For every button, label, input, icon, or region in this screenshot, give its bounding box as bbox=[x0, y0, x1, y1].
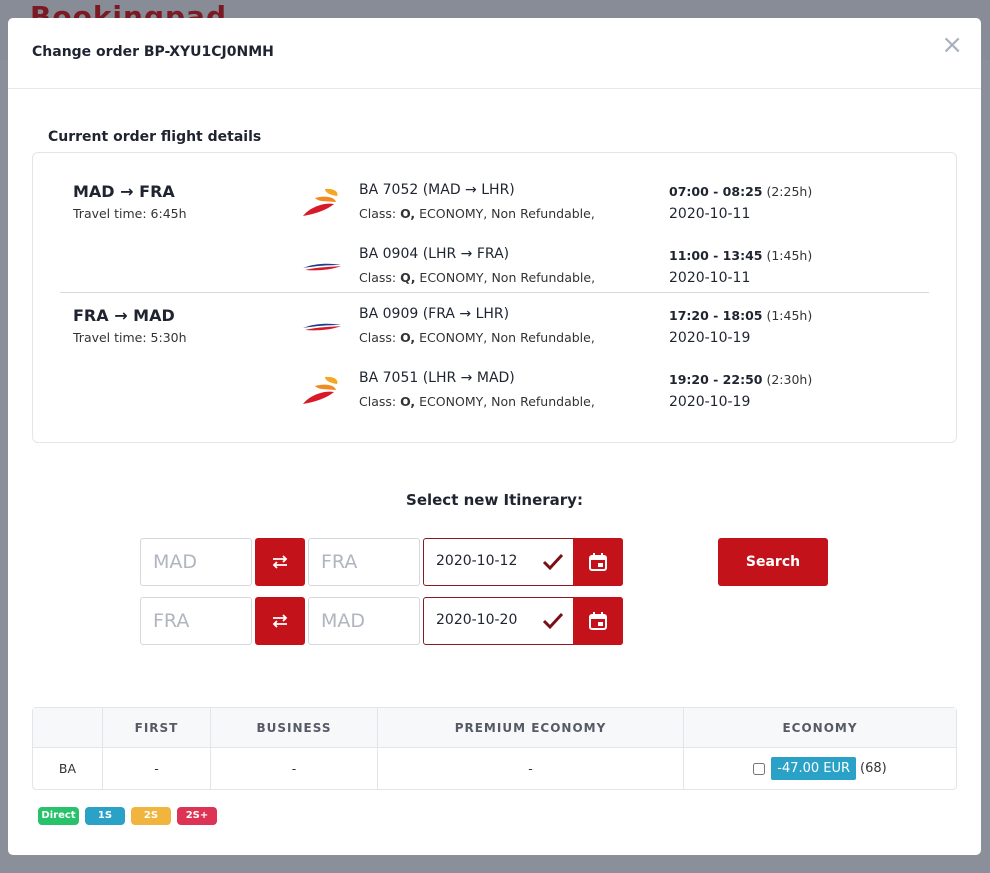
calendar-button[interactable] bbox=[573, 538, 623, 586]
fare-price-table: FIRST BUSINESS PREMIUM ECONOMY ECONOMY B… bbox=[32, 707, 957, 790]
origin-input[interactable]: FRA bbox=[140, 597, 252, 645]
flight-date: 2020-10-11 bbox=[669, 270, 751, 286]
flight-segment: BA 7051 (LHR → MAD) Class: O, ECONOMY, N… bbox=[301, 370, 921, 418]
economy-cell: -47.00 EUR (68) bbox=[684, 748, 956, 789]
first-cell: - bbox=[103, 748, 211, 789]
flight-times: 11:00 - 13:45 (1:45h) bbox=[669, 248, 813, 263]
flight-segment: BA 0904 (LHR → FRA) Class: Q, ECONOMY, N… bbox=[301, 246, 921, 294]
destination-input[interactable]: FRA bbox=[308, 538, 420, 586]
flight-class: Class: Q, ECONOMY, Non Refundable, bbox=[359, 270, 596, 285]
business-cell: - bbox=[211, 748, 378, 789]
british-airways-logo-icon bbox=[303, 323, 341, 331]
select-itinerary-title: Select new Itinerary: bbox=[406, 491, 583, 509]
check-icon bbox=[542, 612, 564, 630]
calendar-icon bbox=[589, 612, 607, 630]
table-row: BA - - - -47.00 EUR (68) bbox=[33, 748, 956, 789]
flight-number: BA 7051 (LHR → MAD) bbox=[359, 370, 515, 386]
economy-seat-count: (68) bbox=[860, 761, 887, 776]
column-header: PREMIUM ECONOMY bbox=[378, 708, 684, 748]
stops-legend: Direct 1S 2S 2S+ bbox=[38, 807, 217, 825]
swap-arrows-icon bbox=[272, 555, 288, 569]
swap-button[interactable] bbox=[255, 597, 305, 645]
current-order-title: Current order flight details bbox=[48, 129, 262, 145]
flight-number: BA 0904 (LHR → FRA) bbox=[359, 246, 510, 262]
change-order-modal: Change order BP-XYU1CJ0NMH × Current ord… bbox=[8, 18, 981, 855]
flight-number: BA 0909 (FRA → LHR) bbox=[359, 306, 510, 322]
modal-header: Change order BP-XYU1CJ0NMH × bbox=[8, 18, 981, 89]
airline-cell: BA bbox=[33, 748, 103, 789]
column-header: FIRST bbox=[103, 708, 211, 748]
swap-arrows-icon bbox=[272, 614, 288, 628]
brand-logo: Bookingpad bbox=[30, 2, 227, 18]
iberia-logo-icon bbox=[303, 188, 338, 216]
current-flights-panel: MAD → FRA Travel time: 6:45h BA 7052 (MA… bbox=[32, 152, 957, 443]
flight-times: 19:20 - 22:50 (2:30h) bbox=[669, 372, 813, 387]
date-value: 2020-10-20 bbox=[436, 612, 518, 628]
origin-input[interactable]: MAD bbox=[140, 538, 252, 586]
route-travel-time: Travel time: 6:45h bbox=[73, 206, 187, 221]
return-date-field[interactable]: 2020-10-20 bbox=[423, 597, 623, 645]
flight-segment: BA 0909 (FRA → LHR) Class: O, ECONOMY, N… bbox=[301, 306, 921, 354]
flight-date: 2020-10-19 bbox=[669, 394, 751, 410]
premium-cell: - bbox=[378, 748, 684, 789]
calendar-icon bbox=[589, 553, 607, 571]
flight-times: 17:20 - 18:05 (1:45h) bbox=[669, 308, 813, 323]
legend-direct-badge: Direct bbox=[38, 807, 79, 825]
close-icon[interactable]: × bbox=[941, 32, 963, 58]
column-header: ECONOMY bbox=[684, 708, 956, 748]
check-icon bbox=[542, 553, 564, 571]
calendar-button[interactable] bbox=[573, 597, 623, 645]
flight-date: 2020-10-11 bbox=[669, 206, 751, 222]
table-header-row: FIRST BUSINESS PREMIUM ECONOMY ECONOMY bbox=[33, 708, 956, 748]
economy-fare-checkbox[interactable] bbox=[753, 762, 766, 775]
economy-price-badge[interactable]: -47.00 EUR bbox=[771, 757, 857, 780]
route-divider bbox=[60, 292, 929, 293]
flight-class: Class: O, ECONOMY, Non Refundable, bbox=[359, 206, 595, 221]
iberia-logo-icon bbox=[303, 376, 338, 404]
british-airways-logo-icon bbox=[303, 263, 341, 271]
column-header: BUSINESS bbox=[211, 708, 378, 748]
column-header bbox=[33, 708, 103, 748]
departure-date-field[interactable]: 2020-10-12 bbox=[423, 538, 623, 586]
flight-times: 07:00 - 08:25 (2:25h) bbox=[669, 184, 813, 199]
legend-2-stops-badge: 2S bbox=[131, 807, 171, 825]
flight-date: 2020-10-19 bbox=[669, 330, 751, 346]
flight-class: Class: O, ECONOMY, Non Refundable, bbox=[359, 394, 595, 409]
date-value: 2020-10-12 bbox=[436, 553, 518, 569]
route-title: FRA → MAD bbox=[73, 306, 175, 325]
destination-input[interactable]: MAD bbox=[308, 597, 420, 645]
route-summary: FRA → MAD Travel time: 5:30h bbox=[73, 306, 187, 345]
flight-class: Class: O, ECONOMY, Non Refundable, bbox=[359, 330, 595, 345]
flight-number: BA 7052 (MAD → LHR) bbox=[359, 182, 515, 198]
legend-1-stop-badge: 1S bbox=[85, 807, 125, 825]
legend-2-plus-stops-badge: 2S+ bbox=[177, 807, 217, 825]
modal-title: Change order BP-XYU1CJ0NMH bbox=[32, 44, 274, 60]
route-travel-time: Travel time: 5:30h bbox=[73, 330, 187, 345]
route-summary: MAD → FRA Travel time: 6:45h bbox=[73, 182, 187, 221]
flight-segment: BA 7052 (MAD → LHR) Class: O, ECONOMY, N… bbox=[301, 182, 921, 230]
swap-button[interactable] bbox=[255, 538, 305, 586]
search-button[interactable]: Search bbox=[718, 538, 828, 586]
route-title: MAD → FRA bbox=[73, 182, 175, 201]
